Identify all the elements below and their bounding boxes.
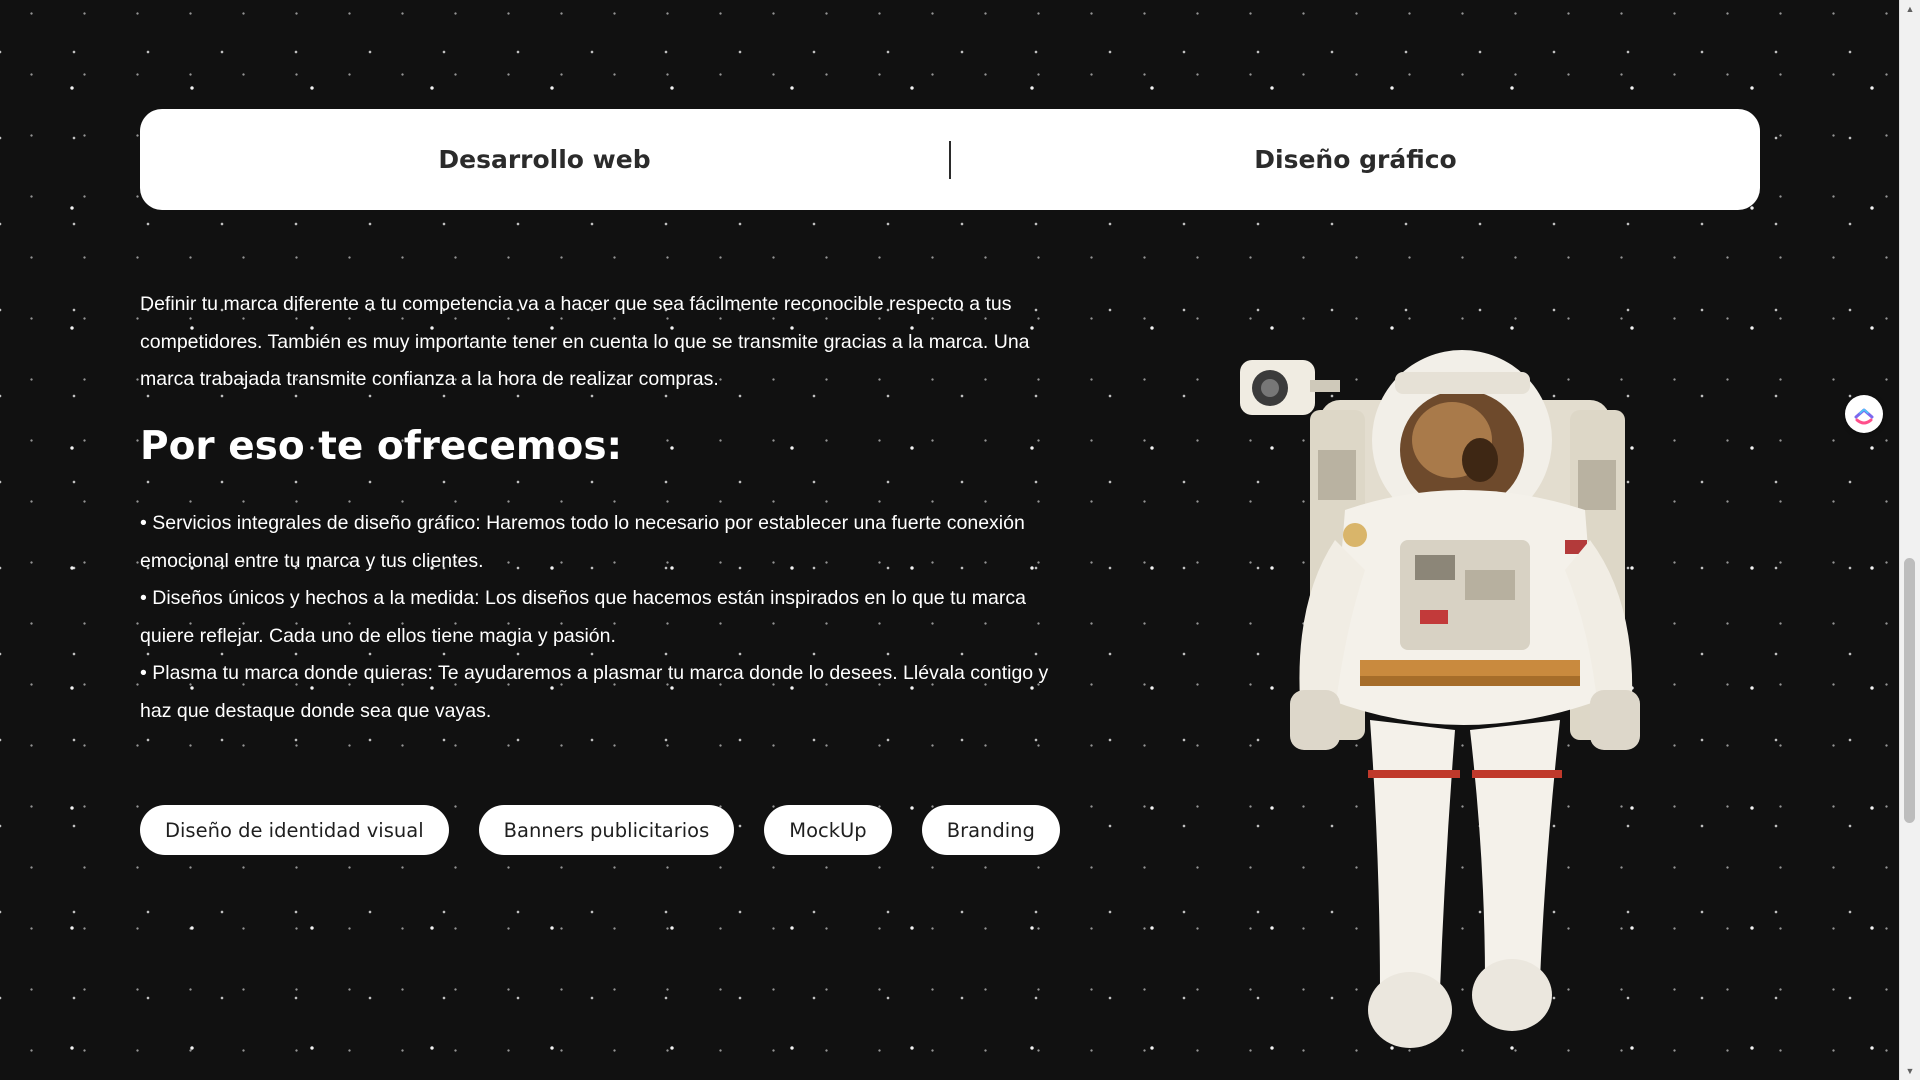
astronaut-illustration	[1240, 350, 1640, 1048]
tab-desarrollo-web[interactable]: Desarrollo web	[140, 145, 949, 174]
page-scrollbar[interactable]: ▲ ▼	[1899, 0, 1920, 1080]
tag-button-identidad-visual[interactable]: Diseño de identidad visual	[140, 805, 449, 855]
service-item: • Servicios integrales de diseño gráfico…	[140, 512, 1025, 572]
service-tags: Diseño de identidad visual Banners publi…	[140, 805, 1060, 855]
tag-button-banners[interactable]: Banners publicitarios	[478, 805, 735, 855]
scroll-up-arrow-icon[interactable]: ▲	[1900, 0, 1920, 18]
clickup-logo-icon	[1854, 408, 1874, 425]
tab-diseno-grafico[interactable]: Diseño gráfico	[951, 145, 1760, 174]
section-heading: Por eso te ofrecemos:	[140, 424, 623, 469]
scrollbar-thumb[interactable]	[1904, 558, 1915, 823]
tag-button-mockup[interactable]: MockUp	[764, 805, 892, 855]
tag-button-branding[interactable]: Branding	[921, 805, 1060, 855]
service-tabs: Desarrollo web Diseño gráfico	[140, 109, 1760, 210]
service-item: • Diseños únicos y hechos a la medida: L…	[140, 587, 1026, 647]
services-list: • Servicios integrales de diseño gráfico…	[140, 505, 1070, 730]
clickup-icon[interactable]	[1845, 395, 1883, 433]
intro-paragraph: Definir tu marca diferente a tu competen…	[140, 293, 1030, 390]
service-item: • Plasma tu marca donde quieras: Te ayud…	[140, 662, 1049, 722]
scroll-down-arrow-icon[interactable]: ▼	[1900, 1062, 1920, 1080]
